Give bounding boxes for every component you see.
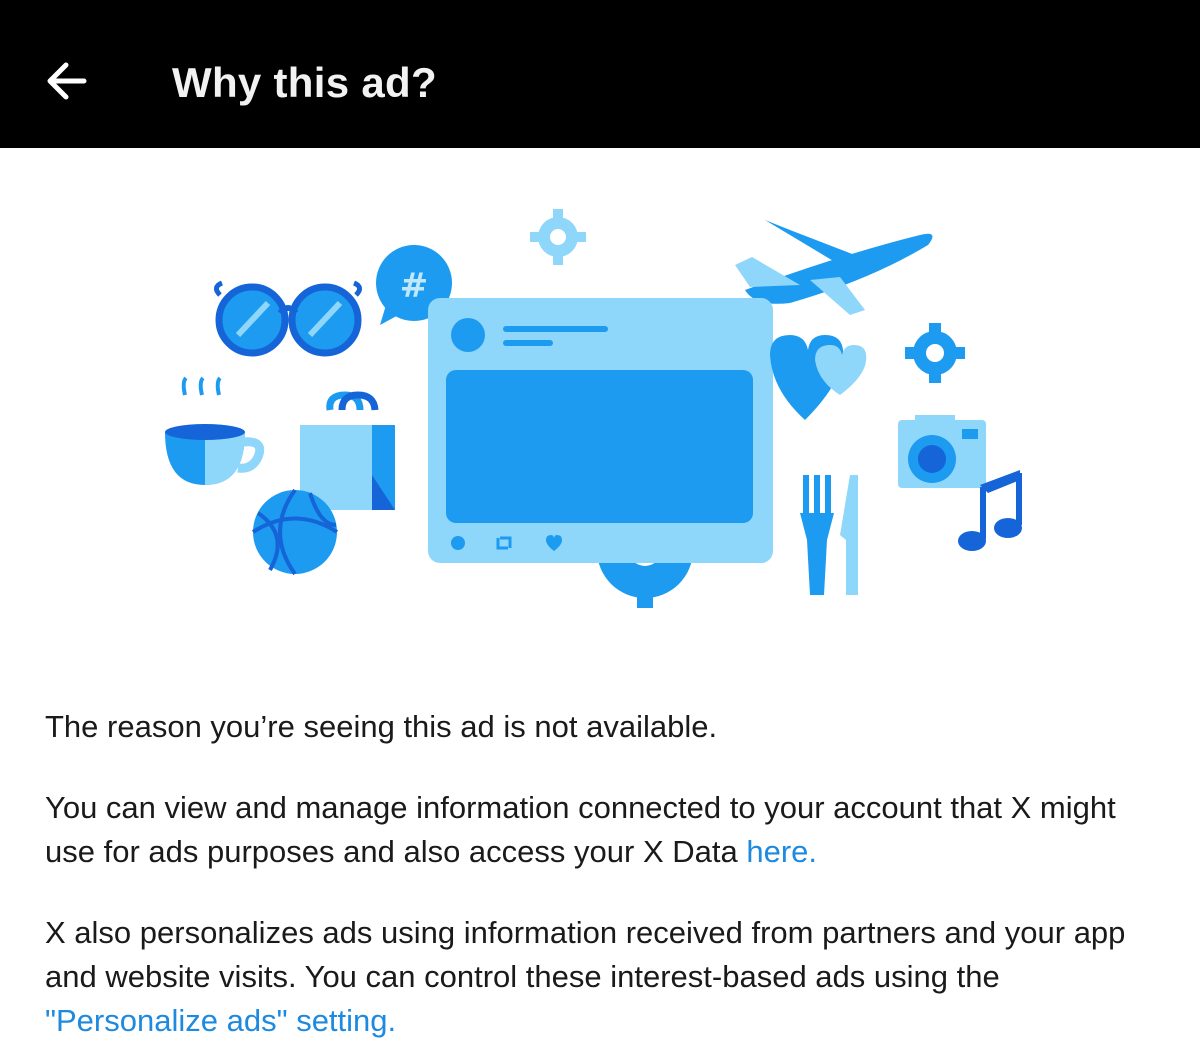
personalize-paragraph: X also personalizes ads using informatio…	[45, 911, 1155, 1043]
coffee-cup-icon	[165, 376, 265, 485]
camera-icon	[898, 415, 986, 488]
post-card	[428, 298, 773, 563]
manage-data-text: You can view and manage information conn…	[45, 790, 1116, 869]
page-title: Why this ad?	[172, 59, 437, 106]
fork-knife-icon	[800, 475, 858, 595]
gear-right-icon	[905, 323, 965, 383]
personalize-text: X also personalizes ads using informatio…	[45, 915, 1126, 994]
x-data-link[interactable]: here.	[746, 834, 817, 869]
hearts-icon	[770, 335, 867, 420]
ads-illustration: #	[165, 209, 1022, 608]
basketball-icon	[251, 488, 339, 576]
svg-text:#: #	[400, 266, 429, 306]
arrow-left-icon	[47, 62, 87, 100]
top-app-bar: Why this ad?	[0, 0, 1200, 148]
sunglasses-icon	[214, 280, 362, 357]
shopping-bag-icon	[300, 391, 395, 510]
personalize-ads-link[interactable]: "Personalize ads" setting.	[45, 1003, 396, 1038]
back-button[interactable]	[30, 45, 102, 117]
manage-data-paragraph: You can view and manage information conn…	[45, 786, 1155, 874]
reason-text: The reason you’re seeing this ad is not …	[45, 709, 718, 744]
gear-small-icon	[530, 209, 586, 265]
